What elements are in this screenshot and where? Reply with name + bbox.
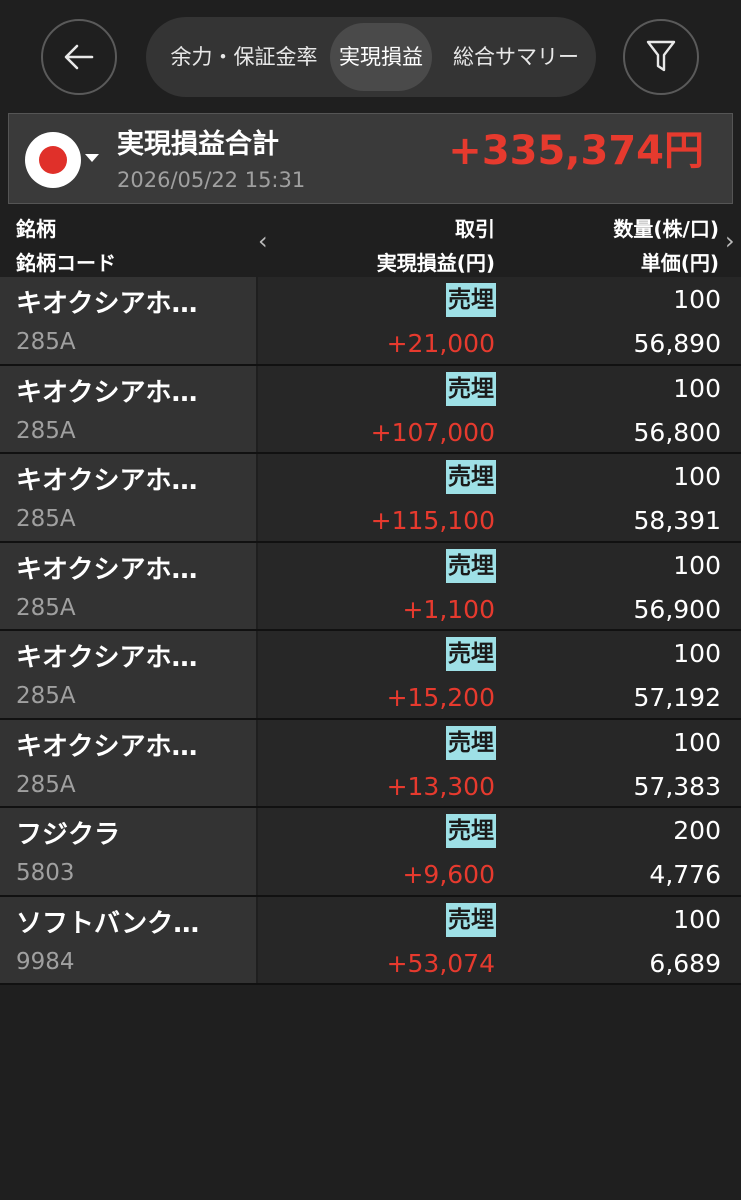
trade-type-badge: 売埋 (446, 725, 496, 760)
table-row[interactable]: フジクラ 5803 売埋 +9,600 200 4,776 (0, 808, 741, 897)
back-button[interactable] (41, 19, 117, 95)
summary-title: 実現損益合計 (117, 129, 279, 160)
trade-type-badge: 売埋 (446, 460, 496, 494)
trade-type-badge: 売埋 (446, 902, 496, 937)
tab-summary[interactable]: 総合サマリー (442, 23, 590, 91)
realized-pl: +15,200 (386, 683, 495, 712)
summary-date: 2026/05/22 15:31 (117, 168, 306, 192)
table-row[interactable]: キオクシアホ… 285A 売埋 +15,200 100 57,192 (0, 631, 741, 720)
realized-pl: +115,100 (370, 506, 495, 535)
unit-price: 56,890 (633, 329, 721, 358)
chevron-left-icon[interactable]: ‹ (258, 227, 268, 255)
col-unit-price: 単価(円) (640, 251, 719, 275)
realized-pl: +53,074 (386, 948, 495, 978)
col-stock-code: 銘柄コード (16, 251, 116, 275)
quantity: 100 (673, 285, 721, 314)
stock-name: キオクシアホ… (16, 289, 198, 319)
realized-pl: +13,300 (386, 771, 495, 801)
col-trade: 取引 (455, 217, 495, 241)
realized-pl-summary[interactable]: 実現損益合計 2026/05/22 15:31 +335,374円 (8, 113, 733, 204)
trade-type-badge: 売埋 (446, 814, 496, 848)
stock-name: キオクシアホ… (16, 377, 198, 408)
japan-flag-icon[interactable] (25, 132, 81, 188)
arrow-left-icon (64, 44, 94, 70)
stock-code: 285A (16, 594, 76, 621)
stock-code: 285A (16, 506, 76, 532)
unit-price: 57,383 (633, 771, 721, 801)
quantity: 100 (673, 462, 721, 491)
unit-price: 56,900 (633, 594, 721, 624)
tab-margin-ratio[interactable]: 余力・保証金率 (154, 23, 334, 91)
caret-down-icon[interactable] (85, 154, 99, 162)
quantity: 100 (673, 373, 721, 403)
summary-amount: +335,374円 (448, 128, 704, 174)
segmented-tabs: 余力・保証金率 実現損益 総合サマリー (146, 17, 596, 97)
trade-type-badge: 売埋 (446, 637, 496, 671)
stock-code: 5803 (16, 860, 75, 886)
col-quantity: 数量(株/口) (613, 217, 719, 241)
table-row[interactable]: ソフトバンク… 9984 売埋 +53,074 100 6,689 (0, 896, 741, 985)
stock-name: キオクシアホ… (16, 466, 198, 496)
stock-name: キオクシアホ… (16, 731, 198, 762)
stock-name: ソフトバンク… (16, 908, 200, 939)
stock-name: キオクシアホ… (16, 643, 198, 673)
quantity: 100 (673, 639, 721, 668)
stock-code: 285A (16, 683, 76, 709)
col-stock-name: 銘柄 (16, 217, 56, 241)
tab-realized-pl[interactable]: 実現損益 (330, 23, 432, 91)
stock-code: 9984 (16, 948, 75, 975)
col-realized-pl: 実現損益(円) (376, 251, 495, 275)
table-row[interactable]: キオクシアホ… 285A 売埋 +107,000 100 56,800 (0, 365, 741, 454)
chevron-right-icon[interactable]: › (725, 227, 735, 255)
app-header: 余力・保証金率 実現損益 総合サマリー (0, 0, 741, 112)
filter-icon (646, 40, 676, 72)
realized-pl: +9,600 (402, 860, 495, 889)
quantity: 100 (673, 550, 721, 580)
quantity: 100 (673, 727, 721, 757)
unit-price: 6,689 (649, 948, 721, 978)
trade-type-badge: 売埋 (446, 548, 496, 583)
realized-pl: +107,000 (370, 417, 495, 447)
stock-code: 285A (16, 329, 76, 355)
unit-price: 57,192 (633, 683, 721, 712)
unit-price: 4,776 (649, 860, 721, 889)
stock-code: 285A (16, 771, 76, 798)
trade-type-badge: 売埋 (446, 283, 496, 317)
quantity: 200 (673, 816, 721, 845)
stock-name: キオクシアホ… (16, 554, 198, 585)
stock-name: フジクラ (16, 820, 121, 850)
table-row[interactable]: キオクシアホ… 285A 売埋 +13,300 100 57,383 (0, 719, 741, 808)
realized-pl: +21,000 (386, 329, 495, 358)
realized-pl: +1,100 (402, 594, 495, 624)
quantity: 100 (673, 904, 721, 934)
trade-type-badge: 売埋 (446, 371, 496, 406)
trade-list: キオクシアホ… 285A 売埋 +21,000 100 56,890 キオクシア… (0, 277, 741, 985)
unit-price: 58,391 (633, 506, 721, 535)
table-row[interactable]: キオクシアホ… 285A 売埋 +1,100 100 56,900 (0, 542, 741, 631)
unit-price: 56,800 (633, 417, 721, 447)
stock-code: 285A (16, 417, 76, 444)
column-header: 銘柄 銘柄コード ‹ 取引 実現損益(円) 数量(株/口) 単価(円) › (0, 205, 741, 277)
table-row[interactable]: キオクシアホ… 285A 売埋 +115,100 100 58,391 (0, 454, 741, 543)
filter-button[interactable] (623, 19, 699, 95)
table-row[interactable]: キオクシアホ… 285A 売埋 +21,000 100 56,890 (0, 277, 741, 366)
